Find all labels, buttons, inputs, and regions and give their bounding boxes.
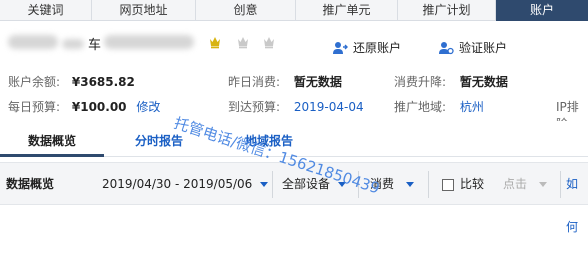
crown-icon xyxy=(210,37,220,49)
restore-account-button[interactable]: 还原账户 xyxy=(332,39,401,56)
divider xyxy=(560,171,561,198)
user-restore-icon xyxy=(333,41,348,54)
click-metric-value: 点击 xyxy=(503,177,528,191)
yesterday-value: 暂无数据 xyxy=(293,75,342,89)
balance-label: 账户余额: xyxy=(8,75,61,89)
restore-account-label: 还原账户 xyxy=(353,41,402,55)
region-label: 推广地域: xyxy=(394,100,447,114)
chevron-down-icon xyxy=(539,182,548,187)
date-range-select[interactable]: 2019/04/30 - 2019/05/06 xyxy=(102,163,269,206)
chevron-down-icon xyxy=(260,182,269,187)
account-name-redacted xyxy=(104,35,194,49)
region-link[interactable]: 杭州 xyxy=(460,100,484,114)
yesterday-field: 昨日消费: 暂无数据 xyxy=(228,73,342,90)
tab-campaign[interactable]: 推广计划 xyxy=(398,0,496,21)
daily-budget-label: 每日预算: xyxy=(8,100,61,114)
budget-reached-label: 到达预算: xyxy=(228,100,281,114)
user-verify-icon xyxy=(439,41,454,54)
budget-reached-field: 到达预算: 2019-04-04 xyxy=(228,98,364,115)
daily-budget-field: 每日预算: ¥100.00 修改 xyxy=(8,98,160,115)
tab-unit[interactable]: 推广单元 xyxy=(296,0,398,21)
consumption-change-value: 暂无数据 xyxy=(459,75,508,89)
consumption-change-label: 消费升降: xyxy=(394,75,447,89)
tab-account[interactable]: 账户 xyxy=(496,0,588,21)
tab-creative[interactable]: 创意 xyxy=(196,0,296,21)
checkbox-icon[interactable] xyxy=(442,178,454,191)
compare-checkbox[interactable]: 比较 xyxy=(442,163,484,206)
tab-data-overview[interactable]: 数据概览 xyxy=(0,121,104,157)
click-metric-select[interactable]: 点击 xyxy=(503,163,548,206)
account-name-redacted xyxy=(8,35,58,49)
budget-reached-value: 2019-04-04 xyxy=(293,100,364,114)
toolbar-title: 数据概览 xyxy=(6,177,55,191)
balance-field: 账户余额: ¥3685.82 xyxy=(8,73,135,90)
chevron-down-icon xyxy=(406,182,415,187)
region-field: 推广地域: 杭州 xyxy=(394,98,484,115)
verify-account-label: 验证账户 xyxy=(459,41,508,55)
tab-keywords[interactable]: 关键词 xyxy=(0,0,92,21)
top-nav: 关键词 网页地址 创意 推广单元 推广计划 账户 xyxy=(0,0,588,21)
crown-icon xyxy=(238,37,248,49)
help-link[interactable]: 如何 xyxy=(566,163,588,234)
crown-icon xyxy=(264,37,274,49)
account-header: 车 还原账户 验证账户 xyxy=(0,31,588,63)
account-name-redacted xyxy=(62,39,84,49)
divider xyxy=(272,171,273,198)
verify-account-button[interactable]: 验证账户 xyxy=(438,39,507,56)
account-name: 车 xyxy=(88,38,102,53)
yesterday-label: 昨日消费: xyxy=(228,75,281,89)
edit-budget-link[interactable]: 修改 xyxy=(136,100,160,114)
balance-value: ¥3685.82 xyxy=(71,75,135,89)
compare-label: 比较 xyxy=(460,177,485,191)
consumption-change-field: 消费升降: 暂无数据 xyxy=(394,73,508,90)
divider xyxy=(428,171,429,198)
tab-url[interactable]: 网页地址 xyxy=(92,0,196,21)
date-range-value: 2019/04/30 - 2019/05/06 xyxy=(102,177,253,191)
daily-budget-value: ¥100.00 xyxy=(71,100,127,114)
